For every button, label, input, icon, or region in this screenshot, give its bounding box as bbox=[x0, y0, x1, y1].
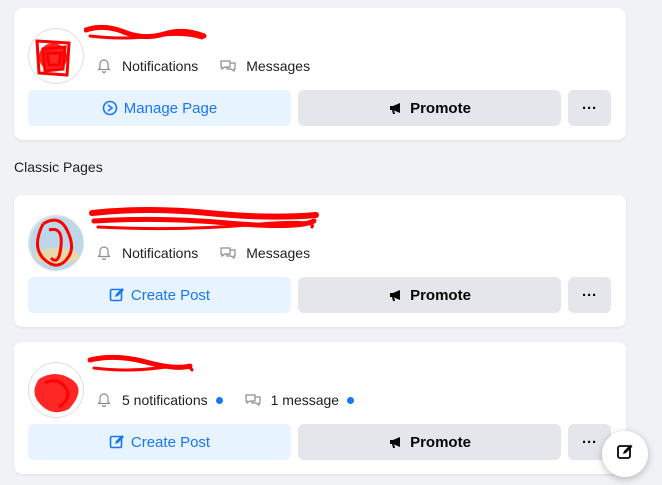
page-avatar[interactable] bbox=[28, 28, 84, 84]
redacted-page-name bbox=[89, 207, 319, 231]
page-avatar[interactable] bbox=[28, 362, 84, 418]
edit-square-icon bbox=[109, 287, 125, 303]
messages-label: Messages bbox=[246, 245, 311, 261]
unread-dot bbox=[215, 396, 223, 404]
edit-square-icon bbox=[109, 434, 125, 450]
bell-icon bbox=[94, 243, 114, 263]
megaphone-icon bbox=[388, 287, 404, 303]
promote-button[interactable]: Promote bbox=[298, 424, 561, 460]
more-dots-icon: ··· bbox=[582, 99, 597, 117]
megaphone-icon bbox=[388, 434, 404, 450]
page-avatar[interactable] bbox=[28, 215, 84, 271]
redacted-page-name bbox=[84, 24, 207, 40]
manage-page-label: Manage Page bbox=[123, 99, 218, 117]
redacted-avatar-scribble bbox=[30, 217, 83, 270]
more-options-button[interactable]: ··· bbox=[568, 277, 611, 313]
promote-label: Promote bbox=[410, 99, 471, 117]
promote-label: Promote bbox=[410, 286, 471, 304]
more-options-button[interactable]: ··· bbox=[568, 90, 611, 126]
more-dots-icon: ··· bbox=[582, 433, 597, 451]
page-card: 5 notifications 1 message Create Post Pr… bbox=[14, 342, 626, 474]
redacted-page-name bbox=[87, 354, 194, 372]
page-meta-row: Notifications Messages bbox=[94, 56, 330, 76]
notifications-label: 5 notifications bbox=[122, 392, 208, 408]
manage-page-button[interactable]: Manage Page bbox=[28, 90, 291, 126]
promote-button[interactable]: Promote bbox=[298, 277, 561, 313]
compose-button[interactable] bbox=[602, 431, 648, 477]
notifications-link[interactable]: Notifications bbox=[94, 56, 198, 76]
bell-icon bbox=[94, 56, 114, 76]
chat-bubble-icon bbox=[218, 56, 238, 76]
notifications-link[interactable]: Notifications bbox=[94, 243, 198, 263]
notifications-label: Notifications bbox=[122, 58, 199, 74]
messages-label: 1 message bbox=[270, 392, 340, 408]
create-post-label: Create Post bbox=[130, 433, 211, 451]
messages-link[interactable]: Messages bbox=[218, 243, 310, 263]
section-title: Classic Pages bbox=[14, 159, 103, 175]
unread-dot bbox=[347, 396, 355, 404]
compose-icon bbox=[616, 443, 634, 466]
page-card: Notifications Messages Create Post Promo… bbox=[14, 195, 626, 327]
promote-button[interactable]: Promote bbox=[298, 90, 561, 126]
messages-link[interactable]: 1 message bbox=[243, 390, 355, 410]
redacted-avatar-scribble bbox=[35, 39, 71, 77]
create-post-label: Create Post bbox=[130, 286, 211, 304]
notifications-link[interactable]: 5 notifications bbox=[94, 390, 223, 410]
page-meta-row: Notifications Messages bbox=[94, 243, 330, 263]
redacted-avatar-scribble bbox=[34, 374, 79, 413]
messages-link[interactable]: Messages bbox=[218, 56, 310, 76]
notifications-label: Notifications bbox=[122, 245, 199, 261]
bell-icon bbox=[94, 390, 114, 410]
promote-label: Promote bbox=[410, 433, 471, 451]
page-meta-row: 5 notifications 1 message bbox=[94, 390, 374, 410]
create-post-button[interactable]: Create Post bbox=[28, 277, 291, 313]
manage-page-icon bbox=[102, 100, 118, 116]
messages-label: Messages bbox=[246, 58, 311, 74]
chat-bubble-icon bbox=[243, 390, 263, 410]
megaphone-icon bbox=[388, 100, 404, 116]
more-dots-icon: ··· bbox=[582, 286, 597, 304]
page-card-top: Notifications Messages Manage Page Promo… bbox=[14, 8, 626, 140]
chat-bubble-icon bbox=[218, 243, 238, 263]
create-post-button[interactable]: Create Post bbox=[28, 424, 291, 460]
